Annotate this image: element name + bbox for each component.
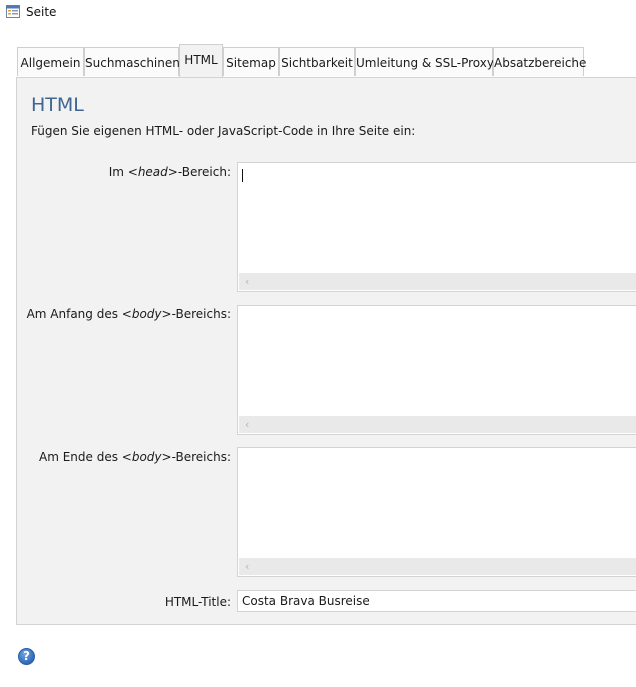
tab-sichtbarkeit[interactable]: Sichtbarkeit xyxy=(279,47,355,76)
head-editor-scrollbar[interactable]: ‹ xyxy=(239,273,636,290)
section-title: HTML xyxy=(31,94,84,116)
body-start-editor-scrollbar[interactable]: ‹ xyxy=(239,416,636,433)
body-start-code-editor[interactable]: ‹ xyxy=(237,305,636,435)
section-description: Fügen Sie eigenen HTML- oder JavaScript-… xyxy=(31,124,416,138)
html-title-label: HTML-Title: xyxy=(164,595,231,609)
tab-absatzbereiche[interactable]: Absatzbereiche xyxy=(493,47,586,76)
body-end-editor-scrollbar[interactable]: ‹ xyxy=(239,558,636,575)
body-start-field-label: Am Anfang des <body>-Bereichs: xyxy=(26,307,231,321)
tab-suchmaschinen[interactable]: Suchmaschinen xyxy=(84,47,180,76)
head-code-editor[interactable]: ‹ xyxy=(237,162,636,292)
html-title-input[interactable]: Costa Brava Busreise xyxy=(237,590,636,612)
body-end-field-label: Am Ende des <body>-Bereichs: xyxy=(39,450,231,464)
tab-bar: Allgemein Suchmaschinen HTML Sitemap Sic… xyxy=(17,44,636,77)
head-field-label: Im <head>-Bereich: xyxy=(108,165,231,179)
tab-umleitung-ssl-proxy[interactable]: Umleitung & SSL-Proxy xyxy=(355,47,494,76)
scroll-left-icon[interactable]: ‹ xyxy=(245,417,249,432)
scroll-left-icon[interactable]: ‹ xyxy=(245,559,249,574)
html-settings-panel: HTML Fügen Sie eigenen HTML- oder JavaSc… xyxy=(16,77,636,625)
page-settings-icon xyxy=(6,5,20,18)
body-end-code-editor[interactable]: ‹ xyxy=(237,447,636,577)
text-caret xyxy=(242,169,243,182)
window-title: Seite xyxy=(26,5,57,19)
help-icon[interactable]: ? xyxy=(18,648,35,665)
title-bar: Seite xyxy=(0,0,636,26)
tab-allgemein[interactable]: Allgemein xyxy=(17,47,84,76)
tab-sitemap[interactable]: Sitemap xyxy=(223,47,279,76)
scroll-left-icon[interactable]: ‹ xyxy=(245,274,249,289)
tab-html[interactable]: HTML xyxy=(179,44,223,77)
